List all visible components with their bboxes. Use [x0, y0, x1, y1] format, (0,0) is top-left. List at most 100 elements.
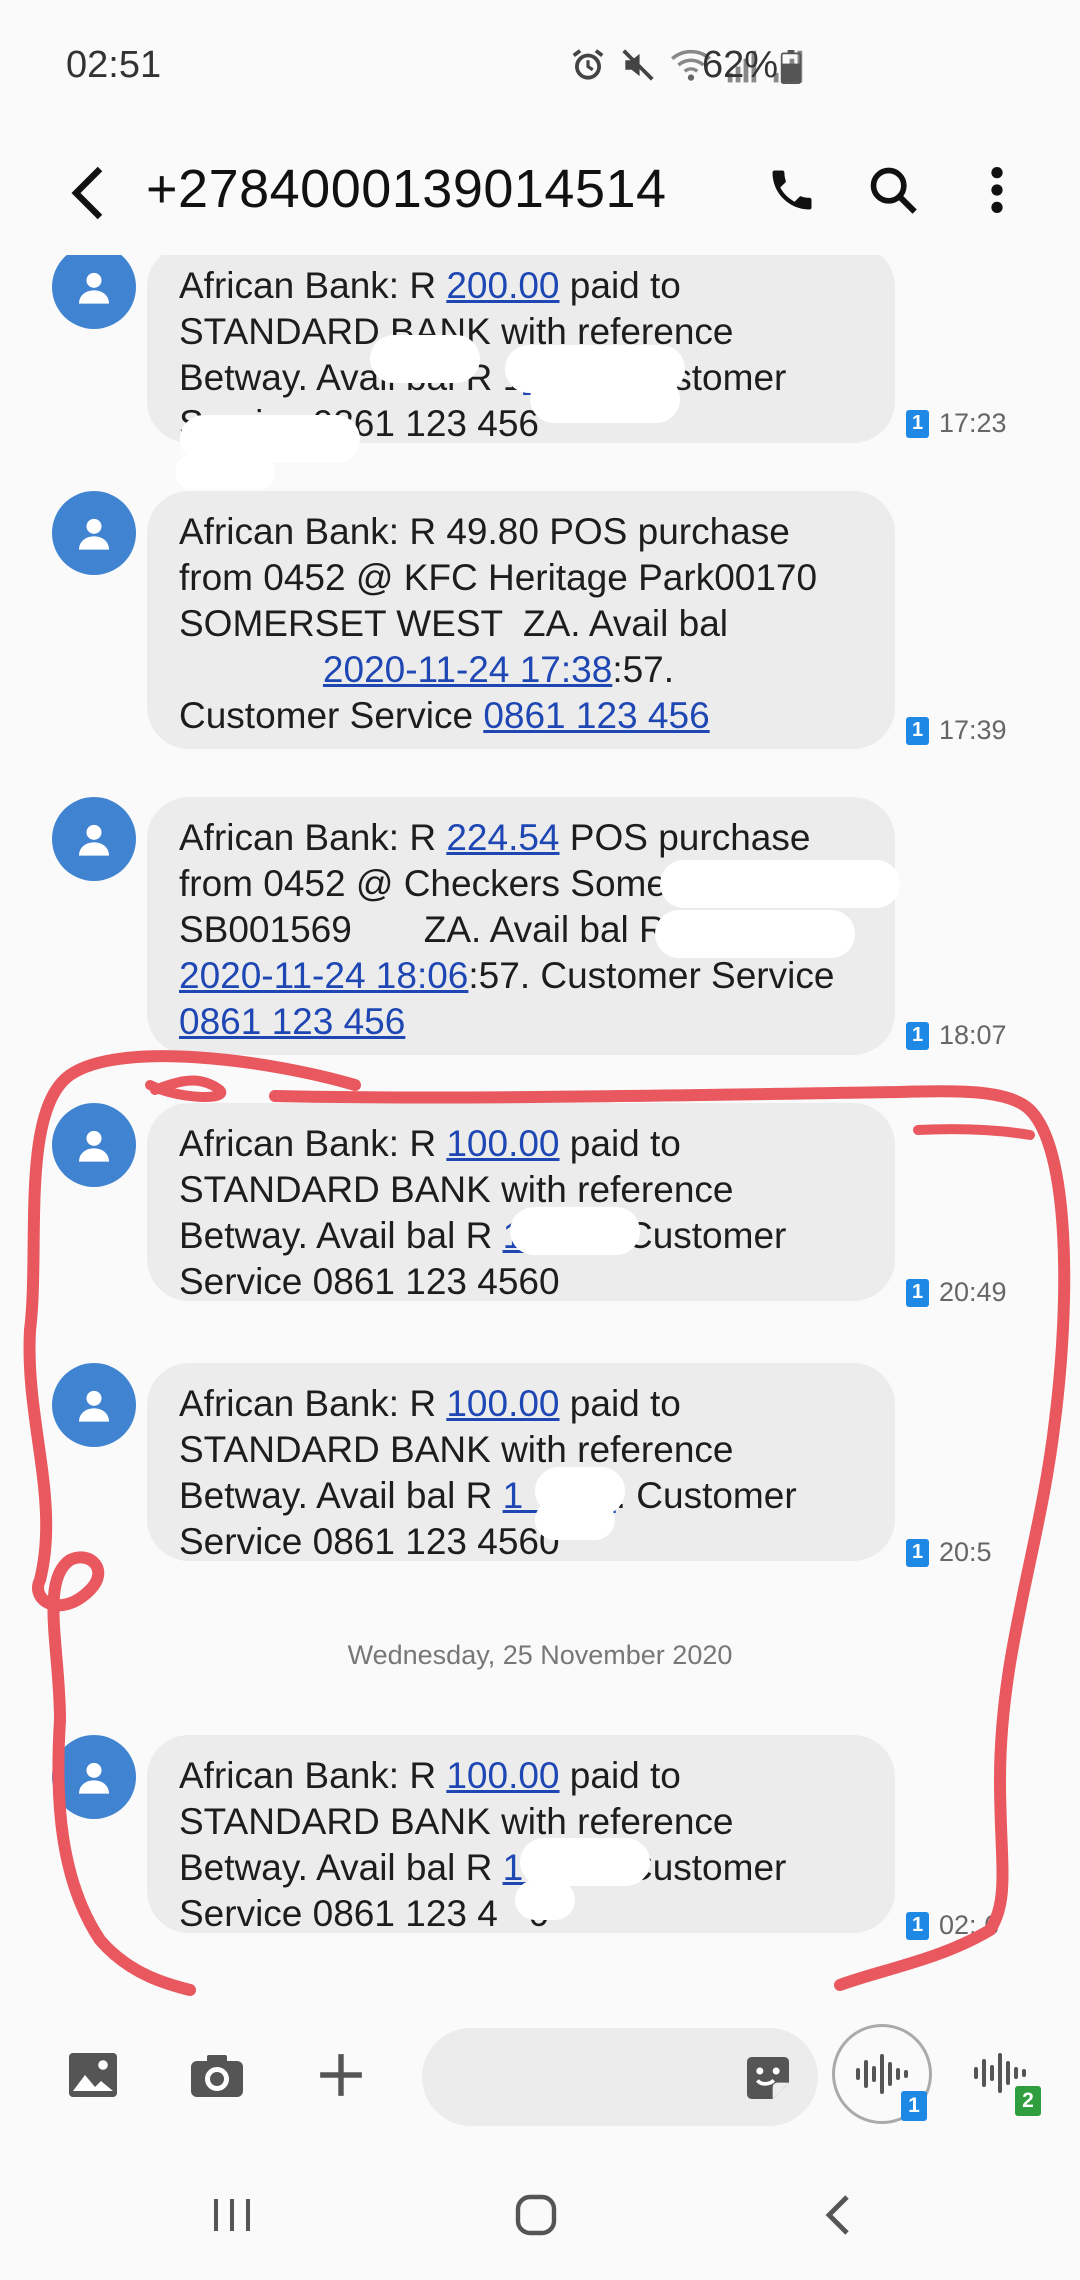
- message-link[interactable]: 2020-11-24 17:38: [323, 649, 612, 690]
- message-bubble[interactable]: African Bank: R 49.80 POS purchase from …: [147, 491, 895, 749]
- sim2-badge: 2: [1015, 2086, 1041, 2116]
- message-bubble[interactable]: African Bank: R 100.00 paid to STANDARD …: [147, 1103, 895, 1302]
- person-icon: [79, 1130, 109, 1162]
- message-meta: 1 20:49: [906, 1277, 1007, 1308]
- message-link[interactable]: 2020-11-24 18:06: [179, 955, 468, 996]
- system-navigation-bar: [0, 2150, 1080, 2280]
- sticker-button[interactable]: [740, 2050, 796, 2106]
- message-text-segment: African Bank: R: [179, 1123, 447, 1164]
- message-time: 17:23: [939, 408, 1007, 438]
- contact-avatar[interactable]: [52, 1735, 136, 1819]
- message-input-box[interactable]: [422, 2028, 818, 2126]
- message-link[interactable]: 100.00: [446, 1123, 559, 1164]
- back-nav-button[interactable]: [778, 2175, 898, 2255]
- add-attachment-button[interactable]: [306, 2040, 376, 2110]
- sim-badge: 1: [906, 1911, 929, 1940]
- voice-sim1-button[interactable]: 1: [832, 2024, 932, 2124]
- message-text-segment: :57. Customer Service: [468, 955, 835, 996]
- gallery-button[interactable]: [58, 2040, 128, 2110]
- redaction-blot: [370, 335, 480, 383]
- message-time: 20:5: [939, 1537, 992, 1567]
- redaction-blot: [535, 1500, 615, 1540]
- camera-icon: [191, 2055, 243, 2097]
- more-vert-icon: [991, 167, 1003, 213]
- message-meta: 1 18:07: [906, 1020, 1007, 1051]
- person-icon: [79, 824, 109, 856]
- message-time: 02: 6: [939, 1910, 1000, 1940]
- gallery-icon: [69, 2053, 117, 2097]
- recents-button[interactable]: [172, 2175, 292, 2255]
- message-composer: 1 2: [0, 2000, 1080, 2150]
- message-meta: 1 17:39: [906, 715, 1007, 746]
- add-icon: [320, 2054, 362, 2096]
- mute-icon: [622, 49, 654, 81]
- sim1-badge: 1: [901, 2091, 927, 2121]
- battery-percentage: 62%: [702, 44, 779, 86]
- redaction-blot: [515, 1880, 575, 1920]
- message-link[interactable]: 200.00: [446, 265, 559, 306]
- contact-title: +2784000139014514: [146, 159, 667, 219]
- message-link[interactable]: 100.00: [446, 1383, 559, 1424]
- redaction-blot: [520, 1838, 650, 1886]
- contact-avatar[interactable]: [52, 1363, 136, 1447]
- message-bubble[interactable]: African Bank: R 100.00 paid to STANDARD …: [147, 1363, 895, 1562]
- contact-avatar[interactable]: [52, 255, 136, 329]
- contact-avatar[interactable]: [52, 1103, 136, 1187]
- person-icon: [79, 1390, 109, 1422]
- person-icon: [79, 272, 109, 304]
- message-text-segment: African Bank: R: [179, 817, 447, 858]
- alarm-icon: [572, 49, 604, 80]
- back-button[interactable]: [58, 160, 118, 225]
- message-meta: 1 02: 6: [906, 1910, 999, 1941]
- search-icon: [870, 167, 917, 214]
- person-icon: [79, 1762, 109, 1794]
- home-icon: [515, 2194, 557, 2236]
- message-list[interactable]: African Bank: R 200.00 paid to STANDARD …: [0, 255, 1080, 2000]
- message-meta: 1 20:5: [906, 1537, 992, 1568]
- back-icon: [71, 166, 103, 219]
- message-meta: 1 17:23: [906, 408, 1007, 439]
- sim-badge: 1: [906, 1538, 929, 1567]
- message-time: 20:49: [939, 1277, 1007, 1307]
- sim-badge: 1: [906, 716, 929, 745]
- message-text-segment: African Bank: R: [179, 1383, 447, 1424]
- contact-avatar[interactable]: [52, 797, 136, 881]
- message-link[interactable]: 0861 123 456: [483, 695, 709, 736]
- status-bar: 02:51 62%: [0, 0, 1080, 130]
- recents-icon: [214, 2199, 250, 2231]
- message-link[interactable]: 0861 123 456: [179, 1001, 405, 1042]
- battery-icon: [780, 50, 802, 84]
- voice-sim2-button[interactable]: 2: [955, 2028, 1045, 2118]
- redaction-blot: [510, 1207, 640, 1255]
- date-separator: Wednesday, 25 November 2020: [347, 1640, 733, 1670]
- message-time: 17:39: [939, 715, 1007, 745]
- conversation-header: +2784000139014514: [0, 130, 1080, 255]
- redaction-blot: [660, 860, 900, 908]
- message-text-segment: African Bank: R: [179, 1755, 447, 1796]
- sim-badge: 1: [906, 409, 929, 438]
- redaction-blot: [175, 455, 275, 489]
- voice-sim1-icon: [856, 2054, 908, 2094]
- sim-badge: 1: [906, 1021, 929, 1050]
- more-options-button[interactable]: [962, 155, 1032, 225]
- redaction-blot: [655, 910, 855, 958]
- call-button[interactable]: [757, 155, 827, 225]
- sticker-icon: [747, 2057, 789, 2099]
- sim-badge: 1: [906, 1278, 929, 1307]
- message-text-segment: African Bank: R: [179, 265, 447, 306]
- search-button[interactable]: [858, 155, 928, 225]
- status-time: 02:51: [66, 44, 162, 86]
- person-icon: [79, 518, 109, 550]
- message-link[interactable]: 224.54: [446, 817, 559, 858]
- phone-icon: [772, 170, 812, 210]
- message-text: African Bank: R 100.00 paid to STANDARD …: [179, 1381, 865, 1565]
- message-time: 18:07: [939, 1020, 1007, 1050]
- message-input[interactable]: [452, 2052, 722, 2102]
- home-button[interactable]: [476, 2175, 596, 2255]
- redaction-blot: [530, 375, 680, 423]
- message-text: African Bank: R 49.80 POS purchase from …: [179, 509, 865, 739]
- camera-button[interactable]: [182, 2040, 252, 2110]
- contact-avatar[interactable]: [52, 491, 136, 575]
- back-nav-icon: [825, 2195, 849, 2235]
- message-link[interactable]: 100.00: [446, 1755, 559, 1796]
